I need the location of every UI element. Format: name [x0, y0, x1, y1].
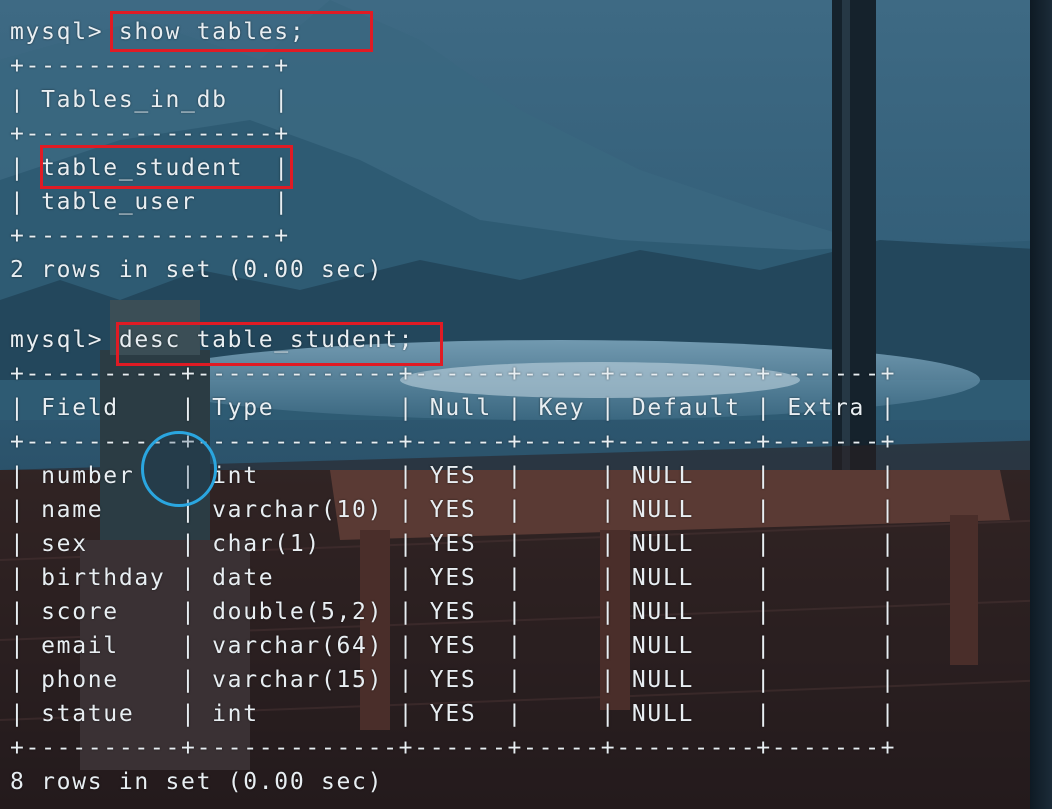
cursor-ring-icon	[141, 431, 217, 507]
terminal-line: +----------+-------------+------+-----+-…	[10, 735, 897, 761]
terminal-line: | statue | int | YES | | NULL | |	[10, 701, 897, 727]
terminal-line: | name | varchar(10) | YES | | NULL | |	[10, 497, 897, 523]
terminal-line: | phone | varchar(15) | YES | | NULL | |	[10, 667, 897, 693]
terminal-line: | Tables_in_db |	[10, 87, 290, 113]
terminal-line: mysql> show tables;	[10, 19, 306, 45]
terminal-line: mysql> desc table_student;	[10, 327, 415, 353]
terminal-line: | score | double(5,2) | YES | | NULL | |	[10, 599, 897, 625]
terminal-line: 8 rows in set (0.00 sec)	[10, 769, 384, 795]
terminal-line: | table_user |	[10, 189, 290, 215]
terminal-window[interactable]: mysql> show tables; +----------------+ |…	[0, 0, 1052, 809]
terminal-line: | Field | Type | Null | Key | Default | …	[10, 395, 897, 421]
terminal-line: +----------------+	[10, 223, 290, 249]
terminal-line: | birthday | date | YES | | NULL | |	[10, 565, 897, 591]
terminal-line: +----------------+	[10, 53, 290, 79]
terminal-line: +----------+-------------+------+-----+-…	[10, 361, 897, 387]
terminal-line: 2 rows in set (0.00 sec)	[10, 257, 384, 283]
terminal-line: | email | varchar(64) | YES | | NULL | |	[10, 633, 897, 659]
terminal-line: | sex | char(1) | YES | | NULL | |	[10, 531, 897, 557]
terminal-line: +----------------+	[10, 121, 290, 147]
terminal-line: | table_student |	[10, 155, 290, 181]
